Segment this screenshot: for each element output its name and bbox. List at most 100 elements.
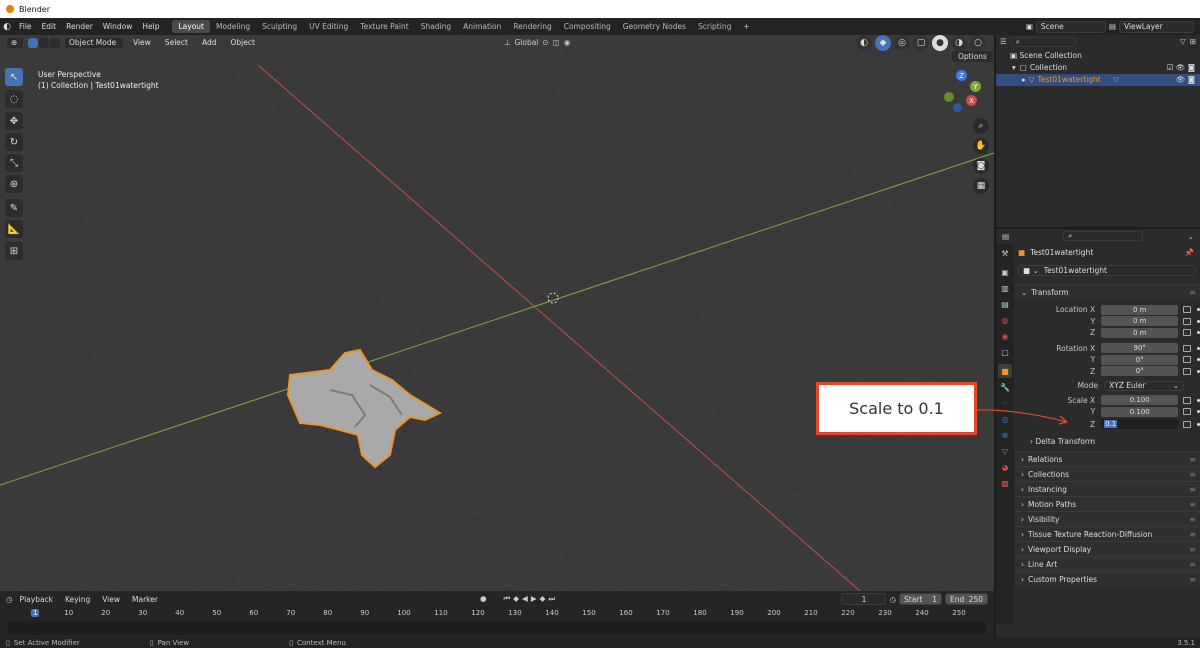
drag-grip-icon[interactable]: ≡ (1189, 288, 1196, 297)
transform-tool-icon[interactable]: ⊛ (5, 175, 23, 193)
expand-arrow-icon[interactable]: ▸ (1022, 74, 1026, 86)
tab-rendering[interactable]: Rendering (507, 20, 557, 33)
location-y-field[interactable]: 0 m (1101, 316, 1179, 327)
cursor-tool-icon[interactable]: ◌ (5, 90, 23, 108)
viewport-menu-add[interactable]: Add (197, 38, 222, 47)
panel-relations[interactable]: › Relations ≡ (1015, 451, 1200, 466)
select-box-icon[interactable]: ↖ (5, 68, 23, 86)
output-tab-icon[interactable]: ▥ (998, 281, 1012, 295)
outliner-scene-collection[interactable]: ▣ Scene Collection (996, 50, 1200, 62)
solid-shading-icon[interactable]: ● (932, 34, 948, 51)
expand-arrow-icon[interactable]: ▾ (1012, 62, 1016, 74)
menu-window[interactable]: Window (98, 22, 138, 31)
zoom-icon[interactable]: ⌕ (973, 118, 989, 134)
panel-collections[interactable]: › Collections ≡ (1015, 466, 1200, 481)
drag-grip-icon[interactable]: ≡ (1189, 560, 1196, 569)
timeline-menu-keying[interactable]: Keying (60, 595, 95, 604)
visibility-icon[interactable]: ◐ (856, 34, 872, 51)
outliner-collection[interactable]: ▾ ▢ Collection ☑ 👁 ◙ (996, 62, 1200, 74)
outliner-object-row[interactable]: ▸ ▽ Test01watertight ▽ 👁 ◙ (996, 74, 1200, 86)
constraints-tab-icon[interactable]: ⊗ (998, 428, 1012, 442)
panel-visibility[interactable]: › Visibility ≡ (1015, 511, 1200, 526)
rotation-z-field[interactable]: 0° (1101, 366, 1179, 377)
object-datablock-field[interactable]: ■ ⌄ Test01watertight (1018, 265, 1196, 276)
3d-viewport[interactable] (0, 35, 994, 591)
panel-custom-properties[interactable]: › Custom Properties ≡ (1015, 571, 1200, 586)
editor-type-button[interactable]: ⊕ (6, 36, 24, 49)
tab-scripting[interactable]: Scripting (692, 20, 737, 33)
timeline-track-area[interactable] (8, 621, 986, 635)
menu-file[interactable]: File (14, 22, 37, 31)
play-reverse-icon[interactable]: ◀ (522, 594, 528, 604)
tab-modeling[interactable]: Modeling (210, 20, 256, 33)
tab-geometry-nodes[interactable]: Geometry Nodes (617, 20, 692, 33)
lock-icon[interactable] (1183, 408, 1192, 416)
transform-panel-header[interactable]: ⌄ Transform ≡ (1015, 284, 1200, 299)
gizmo-x-axis[interactable]: X (966, 95, 977, 106)
camera-icon[interactable]: ◙ (973, 158, 989, 174)
viewport-menu-object[interactable]: Object (225, 38, 259, 47)
menu-edit[interactable]: Edit (37, 22, 62, 31)
clock-icon[interactable]: ◷ (889, 595, 896, 604)
tab-animation[interactable]: Animation (457, 20, 507, 33)
overlay-icon[interactable]: ◎ (894, 34, 910, 51)
location-z-field[interactable]: 0 m (1101, 327, 1179, 338)
navigation-gizmo[interactable]: Z Y X (940, 70, 988, 118)
select-mode-extend-icon[interactable] (39, 37, 49, 48)
start-frame-field[interactable]: Start 1 (899, 593, 942, 605)
view-layer-selector[interactable]: ViewLayer (1119, 20, 1194, 33)
modifier-tab-icon[interactable]: 🔧 (998, 380, 1012, 394)
snap-icon[interactable]: ◫ (553, 38, 560, 47)
pin-icon[interactable]: 📌 (1185, 248, 1194, 257)
drag-grip-icon[interactable]: ≡ (1189, 500, 1196, 509)
add-workspace-button[interactable]: + (737, 20, 755, 33)
drag-grip-icon[interactable]: ≡ (1189, 530, 1196, 539)
timeline-editor-icon[interactable]: ◷ (6, 595, 13, 604)
visibility-eye-icon[interactable]: 👁 ◙ (1176, 74, 1195, 86)
drag-grip-icon[interactable]: ≡ (1189, 485, 1196, 494)
outliner-editor-icon[interactable]: ☰ (1000, 37, 1007, 46)
next-keyframe-icon[interactable]: ◆ (540, 594, 546, 604)
end-frame-field[interactable]: End 250 (945, 593, 988, 605)
collection-tab-icon[interactable]: ▢ (998, 345, 1012, 359)
rotation-mode-dropdown[interactable]: XYZ Euler ⌄ (1104, 380, 1184, 391)
blender-menu-icon[interactable]: ◐ (0, 22, 14, 32)
menu-render[interactable]: Render (61, 22, 98, 31)
filter-icon[interactable]: ▽ (1180, 37, 1186, 46)
scale-y-field[interactable]: 0.100 (1101, 406, 1179, 417)
timeline-ruler[interactable]: 1 10 20 30 40 50 60 70 80 90 100 110 120 130 140 150 160… (0, 609, 994, 621)
lock-icon[interactable] (1183, 306, 1192, 314)
proportional-edit-icon[interactable]: ◉ (564, 38, 571, 47)
scale-x-field[interactable]: 0.100 (1101, 395, 1179, 406)
object-mode-dropdown[interactable]: Object Mode (64, 36, 124, 49)
outliner-search-input[interactable]: ⌕ (1010, 36, 1076, 47)
rotation-x-field[interactable]: 90° (1101, 343, 1179, 354)
pivot-icon[interactable]: ⊙ (542, 38, 548, 47)
tab-layout[interactable]: Layout (172, 20, 210, 33)
drag-grip-icon[interactable]: ≡ (1189, 470, 1196, 479)
panel-motion-paths[interactable]: › Motion Paths ≡ (1015, 496, 1200, 511)
prev-keyframe-icon[interactable]: ◆ (513, 594, 519, 604)
material-tab-icon[interactable]: ◕ (998, 460, 1012, 474)
menu-help[interactable]: Help (137, 22, 164, 31)
lock-icon[interactable] (1183, 420, 1192, 428)
current-frame-field[interactable]: 1 (841, 593, 887, 605)
xray-icon[interactable]: ▢ (913, 34, 929, 51)
jump-start-icon[interactable]: ⏮ (504, 594, 511, 604)
gizmo-toggle-icon[interactable]: ◆ (875, 34, 891, 51)
tab-compositing[interactable]: Compositing (558, 20, 617, 33)
timeline-menu-marker[interactable]: Marker (127, 595, 163, 604)
data-tab-icon[interactable]: ▽ (998, 444, 1012, 458)
tab-texture-paint[interactable]: Texture Paint (354, 20, 414, 33)
drag-grip-icon[interactable]: ≡ (1189, 515, 1196, 524)
delta-transform-subpanel[interactable]: › Delta Transform (1018, 437, 1200, 449)
measure-tool-icon[interactable]: 📐 (5, 220, 23, 238)
viewport-menu-view[interactable]: View (128, 38, 156, 47)
jump-end-icon[interactable]: ⏭ (548, 594, 555, 604)
view-layer-tab-icon[interactable]: ▤ (998, 297, 1012, 311)
render-tab-icon[interactable]: ▣ (998, 265, 1012, 279)
scene-tab-icon[interactable]: ◍ (998, 313, 1012, 327)
drag-grip-icon[interactable]: ≡ (1189, 575, 1196, 584)
rendered-shading-icon[interactable]: ○ (970, 34, 986, 51)
chevron-down-icon[interactable]: ⌄ (1188, 232, 1194, 241)
